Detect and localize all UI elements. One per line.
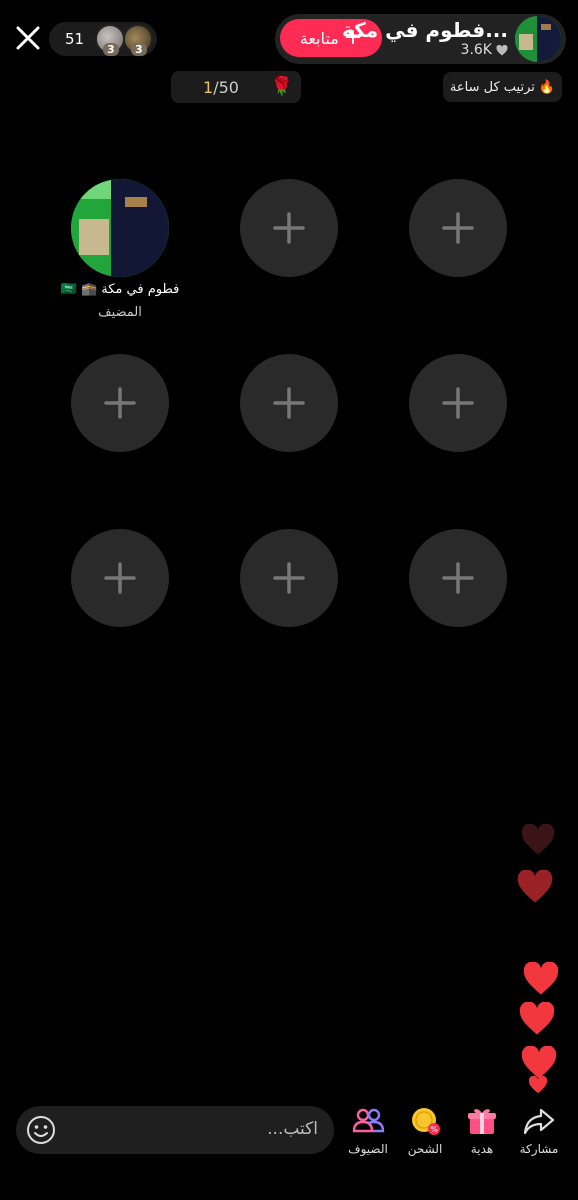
viewer-avatar[interactable]: 3 xyxy=(95,24,125,56)
empty-seat[interactable] xyxy=(71,354,169,452)
avatar-image xyxy=(515,16,561,62)
empty-seat[interactable] xyxy=(409,354,507,452)
plus-icon xyxy=(442,387,474,419)
recharge-label: الشحن xyxy=(407,1142,443,1156)
plus-icon xyxy=(442,212,474,244)
close-icon xyxy=(16,26,40,50)
hourly-ranking-label: ترتيب كل ساعة xyxy=(449,79,535,95)
host-name: فطوم في مكة... xyxy=(342,18,508,42)
floating-heart-icon xyxy=(521,1046,557,1079)
ranking-pill[interactable]: 1/50 🌹 xyxy=(171,71,301,103)
viewer-count-pill[interactable]: 51 3 3 xyxy=(49,22,157,56)
viewer-count: 51 xyxy=(65,30,85,48)
plus-icon xyxy=(104,387,136,419)
floating-heart-icon xyxy=(519,1002,555,1035)
svg-text:%: % xyxy=(430,1125,438,1134)
plus-icon xyxy=(442,562,474,594)
host-likes: 3.6K xyxy=(461,42,508,58)
gift-label: هدية xyxy=(470,1142,494,1156)
close-button[interactable] xyxy=(12,22,44,54)
empty-seat[interactable] xyxy=(240,354,338,452)
rose-icon: 🌹 xyxy=(270,76,293,97)
viewer-rank-badge: 3 xyxy=(131,43,147,56)
rank-total: /50 xyxy=(213,78,239,97)
share-icon xyxy=(523,1108,555,1135)
host-avatar[interactable] xyxy=(515,16,561,62)
heart-icon xyxy=(496,44,508,55)
floating-heart-icon xyxy=(517,870,553,903)
host-info-pill[interactable]: متابعة + فطوم في مكة... 3.6K xyxy=(275,14,566,64)
fire-icon: 🔥 xyxy=(538,79,556,95)
empty-seat[interactable] xyxy=(409,179,507,277)
host-seat-avatar xyxy=(71,179,169,277)
comment-input[interactable]: اكتب... xyxy=(16,1106,334,1154)
comment-placeholder: اكتب... xyxy=(267,1119,318,1139)
rank-text: 1/50 xyxy=(203,78,239,97)
follow-label: متابعة xyxy=(299,28,339,48)
gift-button[interactable]: هدية xyxy=(454,1104,510,1156)
empty-seat[interactable] xyxy=(240,529,338,627)
hourly-ranking-pill[interactable]: ترتيب كل ساعة 🔥 xyxy=(443,72,562,102)
plus-icon xyxy=(273,212,305,244)
host-likes-value: 3.6K xyxy=(460,42,492,58)
share-button[interactable]: مشاركة xyxy=(511,1104,567,1156)
recharge-button[interactable]: % الشحن xyxy=(397,1104,453,1156)
floating-heart-icon xyxy=(521,824,555,855)
host-seat-name: فطوم في مكة 🕋 🇸🇦 xyxy=(60,282,180,297)
share-label: مشاركة xyxy=(519,1142,559,1156)
plus-icon xyxy=(273,562,305,594)
empty-seat[interactable] xyxy=(409,529,507,627)
gift-icon xyxy=(468,1109,496,1134)
rank-current: 1 xyxy=(203,78,214,97)
viewer-rank-badge: 3 xyxy=(103,43,119,56)
floating-heart-icon xyxy=(528,1076,548,1094)
guests-button[interactable]: الضيوف xyxy=(340,1104,396,1156)
viewer-avatar[interactable]: 3 xyxy=(123,24,153,56)
recharge-coin-icon: % xyxy=(412,1108,440,1135)
empty-seat[interactable] xyxy=(71,529,169,627)
guests-label: الضيوف xyxy=(348,1142,388,1156)
host-seat[interactable] xyxy=(71,179,169,277)
host-seat-role: المضيف xyxy=(98,305,142,320)
empty-seat[interactable] xyxy=(240,179,338,277)
plus-icon xyxy=(104,562,136,594)
floating-heart-icon xyxy=(523,962,559,995)
plus-icon xyxy=(273,387,305,419)
guests-icon xyxy=(352,1108,385,1133)
emoji-icon[interactable] xyxy=(26,1115,56,1145)
